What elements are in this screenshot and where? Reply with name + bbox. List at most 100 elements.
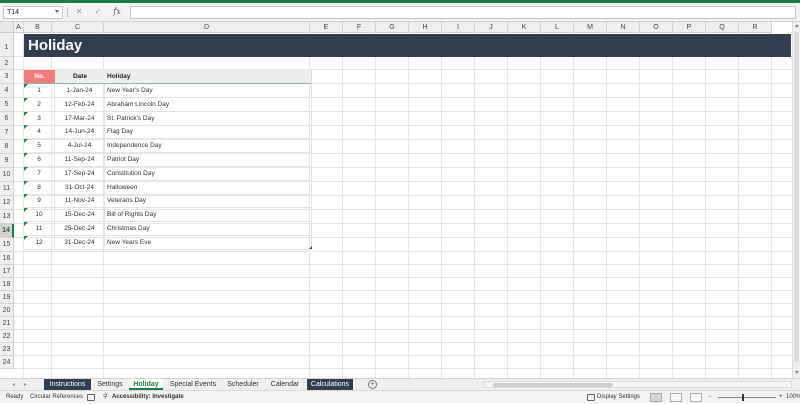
cell-holiday[interactable]: New Years Eve bbox=[105, 236, 312, 249]
row-header-11[interactable]: 11 bbox=[0, 182, 14, 196]
row-header-4[interactable]: 4 bbox=[0, 84, 14, 98]
cell-holiday[interactable]: Halloween bbox=[105, 181, 312, 194]
name-box[interactable]: T14 bbox=[3, 6, 63, 19]
zoom-slider-handle[interactable] bbox=[742, 394, 744, 401]
column-header-n[interactable]: N bbox=[607, 22, 640, 33]
zoom-slider[interactable] bbox=[718, 397, 776, 398]
column-header-l[interactable]: L bbox=[541, 22, 574, 33]
column-header-c[interactable]: C bbox=[52, 22, 104, 33]
cell-holiday[interactable]: Bill of Rights Day bbox=[105, 208, 312, 221]
cell-no[interactable]: 9 bbox=[24, 194, 55, 208]
cell-no[interactable]: 5 bbox=[24, 139, 55, 153]
zoom-level[interactable]: 100% bbox=[786, 391, 800, 404]
tab-special-events[interactable]: Special Events bbox=[166, 379, 220, 390]
cell-holiday[interactable]: Patriot Day bbox=[105, 153, 312, 166]
cell-no[interactable]: 1 bbox=[24, 84, 55, 97]
column-header-f[interactable]: F bbox=[343, 22, 376, 33]
zoom-out-button[interactable]: − bbox=[708, 391, 712, 404]
status-accessibility[interactable]: Accessibility: Investigate bbox=[112, 391, 184, 404]
cell-date[interactable]: 4-Jul-24 bbox=[55, 139, 105, 153]
cell-no[interactable]: 10 bbox=[24, 208, 55, 222]
tab-settings[interactable]: Settings bbox=[93, 379, 127, 390]
cell-date[interactable]: 15-Dec-24 bbox=[55, 208, 105, 222]
row-header-2[interactable]: 2 bbox=[0, 57, 14, 70]
row-header-13[interactable]: 13 bbox=[0, 210, 14, 224]
row-header-16[interactable]: 16 bbox=[0, 252, 14, 265]
cell-date[interactable]: 1-Jan-24 bbox=[55, 84, 105, 97]
close-icon[interactable]: ✕ bbox=[73, 6, 85, 18]
header-no[interactable]: No. bbox=[24, 70, 55, 84]
function-icon[interactable]: fx bbox=[111, 6, 123, 18]
row-header-12[interactable]: 12 bbox=[0, 196, 14, 210]
column-header-b[interactable]: B bbox=[24, 22, 52, 33]
scroll-up-icon[interactable] bbox=[795, 24, 799, 27]
column-header-j[interactable]: J bbox=[475, 22, 508, 33]
page-layout-view-button[interactable] bbox=[670, 393, 682, 402]
column-header-m[interactable]: M bbox=[574, 22, 607, 33]
tab-instructions[interactable]: Instructions bbox=[44, 379, 91, 390]
cell-holiday[interactable]: St. Patrick's Day bbox=[105, 112, 312, 125]
row-header-6[interactable]: 6 bbox=[0, 112, 14, 126]
cell-date[interactable]: 11-Sep-24 bbox=[55, 153, 105, 166]
cell-holiday[interactable]: Constitution Day bbox=[105, 167, 312, 180]
row-header-17[interactable]: 17 bbox=[0, 265, 14, 278]
formula-input[interactable] bbox=[130, 6, 796, 19]
cell-holiday[interactable]: New Year's Day bbox=[105, 84, 312, 97]
horizontal-scrollbar[interactable] bbox=[484, 381, 792, 388]
cell-no[interactable]: 12 bbox=[24, 235, 55, 249]
cell-holiday[interactable]: Christmas Day bbox=[105, 222, 312, 235]
column-header-i[interactable]: I bbox=[442, 22, 475, 33]
header-date[interactable]: Date bbox=[55, 70, 105, 84]
zoom-in-button[interactable]: + bbox=[779, 391, 783, 404]
row-header-8[interactable]: 8 bbox=[0, 140, 14, 154]
cell-no[interactable]: 3 bbox=[24, 111, 55, 125]
row-header-9[interactable]: 9 bbox=[0, 154, 14, 168]
row-header-23[interactable]: 23 bbox=[0, 343, 14, 356]
row-header-1[interactable]: 1 bbox=[0, 33, 14, 57]
cell-date[interactable]: 17-Mar-24 bbox=[55, 111, 105, 125]
column-header-a[interactable]: A bbox=[14, 22, 24, 33]
column-header-d[interactable]: D bbox=[104, 22, 310, 33]
normal-view-button[interactable] bbox=[650, 393, 662, 402]
chevron-down-icon[interactable] bbox=[55, 10, 59, 13]
cell-no[interactable]: 4 bbox=[24, 125, 55, 139]
display-settings-button[interactable]: Display Settings bbox=[597, 391, 640, 404]
row-header-21[interactable]: 21 bbox=[0, 317, 14, 330]
status-circular-references[interactable]: Circular References bbox=[30, 391, 83, 404]
row-header-14[interactable]: 14 bbox=[0, 224, 14, 238]
cell-date[interactable]: 31-Oct-24 bbox=[55, 180, 105, 194]
cell-holiday[interactable]: Independence Day bbox=[105, 139, 312, 152]
cell-date[interactable]: 11-Nov-24 bbox=[55, 194, 105, 208]
tab-scheduler[interactable]: Scheduler bbox=[223, 379, 263, 390]
column-header-p[interactable]: P bbox=[673, 22, 706, 33]
cell-date[interactable]: 31-Dec-24 bbox=[55, 235, 105, 249]
cell-date[interactable]: 14-Jun-24 bbox=[55, 125, 105, 139]
row-header-15[interactable]: 15 bbox=[0, 238, 14, 252]
row-header-10[interactable]: 10 bbox=[0, 168, 14, 182]
cell-date[interactable]: 25-Dec-24 bbox=[55, 222, 105, 235]
row-header-7[interactable]: 7 bbox=[0, 126, 14, 140]
cell-date[interactable]: 12-Feb-24 bbox=[55, 97, 105, 111]
scroll-down-icon[interactable] bbox=[795, 371, 799, 374]
column-header-e[interactable]: E bbox=[310, 22, 343, 33]
column-header-h[interactable]: H bbox=[409, 22, 442, 33]
scroll-thumb[interactable] bbox=[794, 32, 799, 362]
cell-no[interactable]: 7 bbox=[24, 166, 55, 180]
cell-no[interactable]: 6 bbox=[24, 153, 55, 166]
row-header-22[interactable]: 22 bbox=[0, 330, 14, 343]
column-header-o[interactable]: O bbox=[640, 22, 673, 33]
scroll-thumb[interactable] bbox=[493, 383, 613, 387]
row-header-3[interactable]: 3 bbox=[0, 70, 14, 84]
tab-calendar[interactable]: Calendar bbox=[266, 379, 304, 390]
prev-sheet-icon[interactable]: ◂ bbox=[12, 381, 15, 389]
next-sheet-icon[interactable]: ▸ bbox=[24, 381, 27, 389]
check-icon[interactable]: ✓ bbox=[92, 6, 104, 18]
add-sheet-button[interactable]: + bbox=[368, 380, 377, 389]
header-holiday[interactable]: Holiday bbox=[105, 70, 312, 84]
cell-no[interactable]: 8 bbox=[24, 180, 55, 194]
tab-calculations[interactable]: Calculations bbox=[307, 379, 353, 390]
cell-holiday[interactable]: Flag Day bbox=[105, 125, 312, 138]
row-header-19[interactable]: 19 bbox=[0, 291, 14, 304]
cell-holiday[interactable]: Abraham Lincoln Day bbox=[105, 98, 312, 111]
row-header-20[interactable]: 20 bbox=[0, 304, 14, 317]
